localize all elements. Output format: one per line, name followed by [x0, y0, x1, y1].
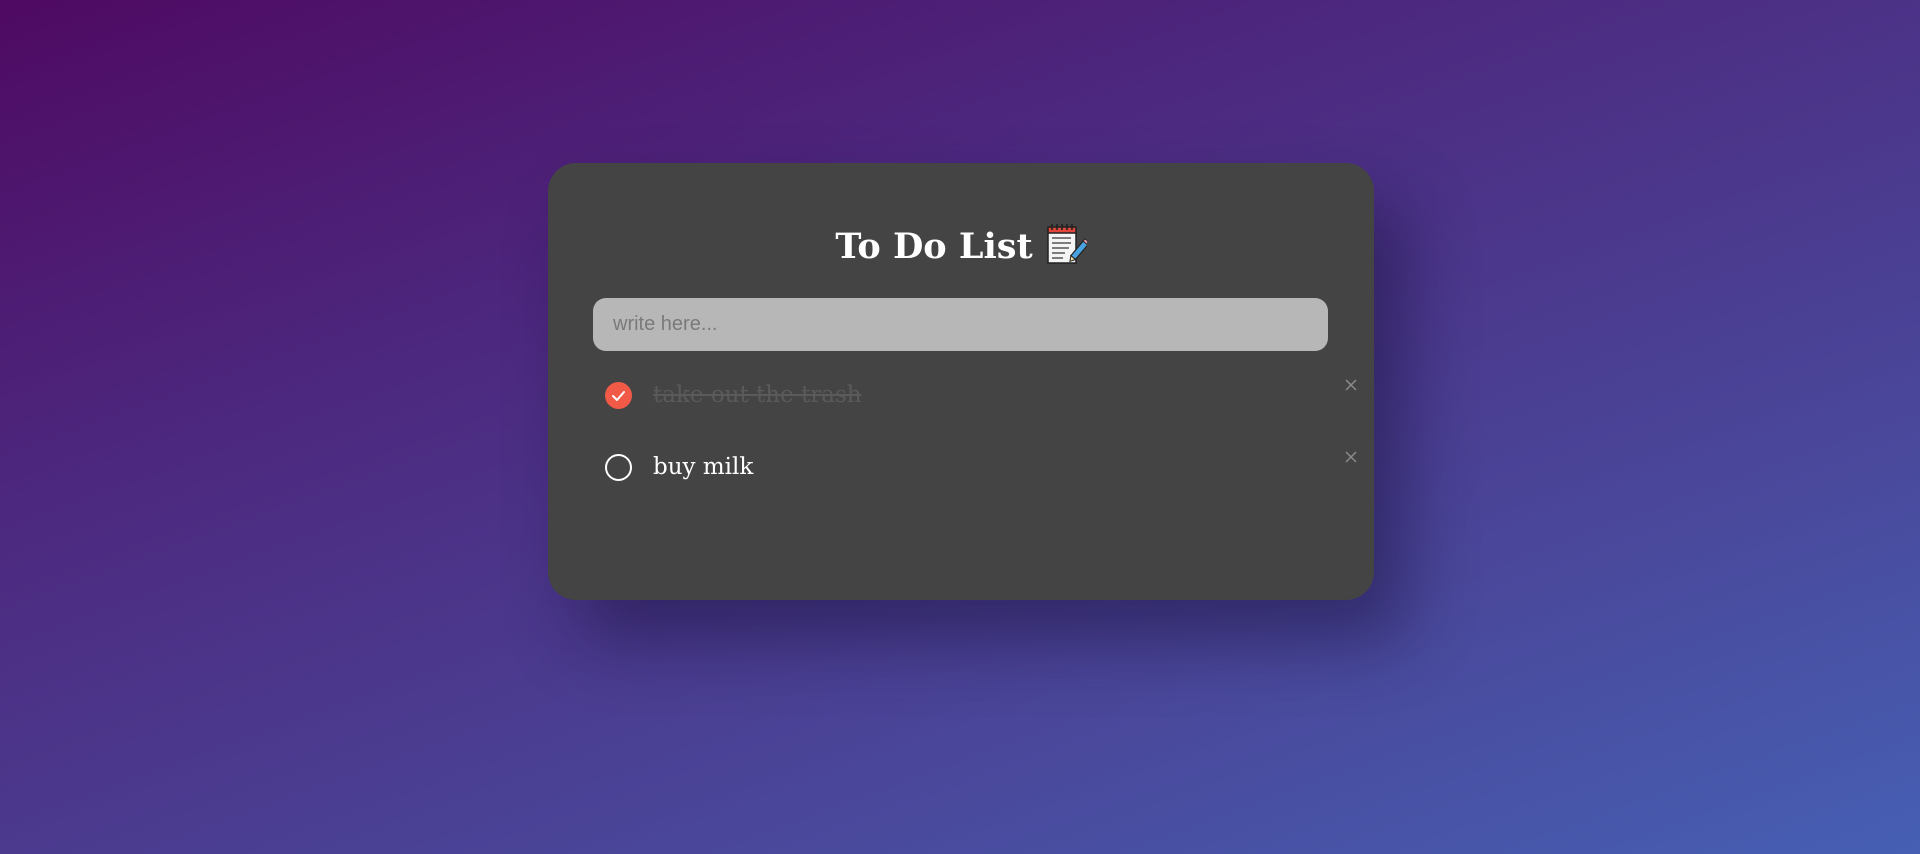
- close-icon[interactable]: [1336, 370, 1366, 400]
- todo-item[interactable]: take out the trash: [593, 370, 1357, 420]
- todo-item[interactable]: buy milk: [593, 442, 1357, 492]
- todo-item-text[interactable]: take out the trash: [653, 378, 862, 412]
- unchecked-circle-icon[interactable]: [605, 454, 632, 481]
- checked-circle-icon[interactable]: [605, 382, 632, 409]
- new-todo-field: [593, 298, 1328, 351]
- todo-card: To Do List write here... take out the tr…: [548, 163, 1374, 600]
- page-title: To Do List: [835, 225, 1033, 267]
- notepad-pencil-icon: [1045, 223, 1090, 267]
- new-todo-input[interactable]: [593, 298, 1328, 351]
- todo-item-text[interactable]: buy milk: [653, 450, 753, 484]
- close-icon[interactable]: [1336, 442, 1366, 472]
- header: To Do List: [548, 221, 1374, 271]
